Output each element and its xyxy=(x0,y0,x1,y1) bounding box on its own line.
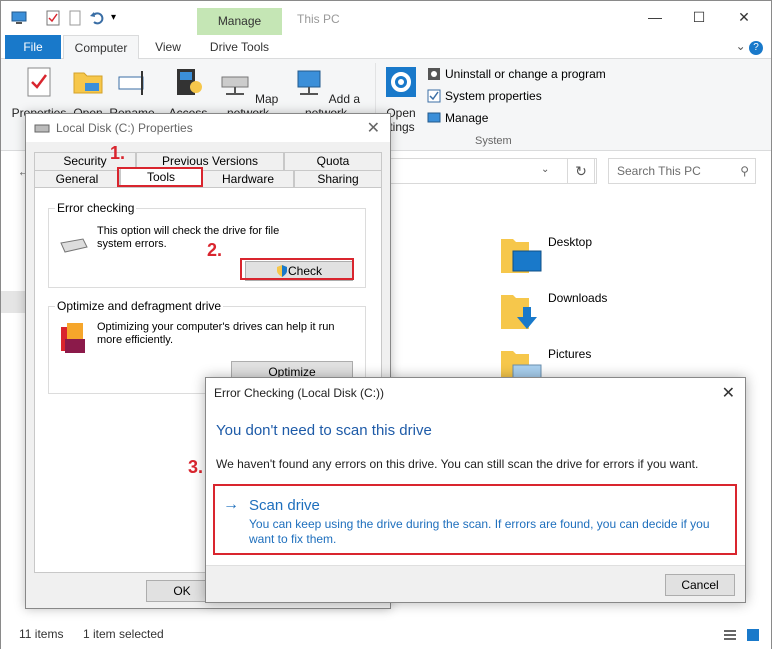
properties-title-bar: Local Disk (C:) Properties ✕ xyxy=(26,114,390,142)
item-count: 11 items xyxy=(19,627,64,641)
tab-hardware[interactable]: Hardware xyxy=(202,170,294,188)
system-group-label: System xyxy=(475,135,512,147)
tab-view[interactable]: View xyxy=(141,35,195,59)
scan-drive-title: Scan drive xyxy=(249,497,320,514)
gear-icon xyxy=(386,67,416,97)
manage-context-tab[interactable]: Manage xyxy=(197,8,282,35)
manage-icon xyxy=(427,112,441,123)
folder-name: Downloads xyxy=(548,291,608,305)
minimize-button[interactable]: — xyxy=(643,7,667,27)
tab-general[interactable]: General xyxy=(34,170,120,188)
address-dropdown-chevron-icon[interactable]: ⌄ xyxy=(541,164,549,175)
tab-computer[interactable]: Computer xyxy=(63,35,139,60)
new-document-icon[interactable] xyxy=(67,10,83,26)
step-1-annotation: 1. xyxy=(110,143,126,163)
large-icons-view-icon[interactable] xyxy=(746,628,760,642)
address-field[interactable] xyxy=(389,158,597,184)
step-2-annotation: 2. xyxy=(207,240,223,260)
tab-tools[interactable]: Tools xyxy=(120,168,202,188)
manage-label: Manage xyxy=(445,111,489,125)
optimize-label: Optimize and defragment drive xyxy=(55,299,224,313)
downloads-folder-icon xyxy=(501,295,537,329)
system-properties-label: System properties xyxy=(445,89,542,103)
error-dialog-heading: You don't need to scan this drive xyxy=(216,422,432,439)
drive-icon xyxy=(60,238,88,253)
properties-ribbon-button[interactable]: Properties xyxy=(9,65,69,120)
system-properties-item[interactable]: System properties xyxy=(427,87,542,105)
open-ribbon-button[interactable]: Open xyxy=(71,65,105,120)
scan-drive-description: You can keep using the drive during the … xyxy=(249,517,719,547)
refresh-button[interactable]: ↻ xyxy=(567,158,595,184)
folder-icon xyxy=(73,72,103,94)
tab-quota[interactable]: Quota xyxy=(284,152,382,170)
error-dialog-footer: Cancel xyxy=(206,565,745,602)
search-placeholder: Search This PC xyxy=(617,164,701,178)
desktop-folder-icon xyxy=(501,239,542,273)
error-checking-line2: system errors. xyxy=(97,238,167,250)
tab-drive-tools[interactable]: Drive Tools xyxy=(197,35,282,59)
error-dialog-body: We haven't found any errors on this driv… xyxy=(216,457,699,471)
maximize-button[interactable]: ☐ xyxy=(687,7,711,27)
optimize-line1: Optimizing your computer's drives can he… xyxy=(97,321,335,333)
search-icon: ⚲ xyxy=(740,164,749,178)
error-checking-line1: This option will check the drive for fil… xyxy=(97,225,280,237)
uninstall-icon xyxy=(428,68,440,80)
help-icon[interactable]: ? xyxy=(749,41,763,55)
customize-toolbar-chevron-icon[interactable]: ▾ xyxy=(111,12,127,28)
error-checking-text: This option will check the drive for fil… xyxy=(97,225,279,251)
folder-name: Desktop xyxy=(548,235,593,249)
check-button[interactable]: Check xyxy=(245,261,353,281)
manage-item[interactable]: Manage xyxy=(427,109,488,127)
error-checking-dialog: Error Checking (Local Disk (C:)) ✕ You d… xyxy=(205,377,746,603)
undo-icon[interactable] xyxy=(89,10,105,26)
optimize-text: Optimizing your computer's drives can he… xyxy=(97,321,334,347)
network-location-icon xyxy=(297,70,321,95)
computer-icon xyxy=(11,11,27,24)
error-checking-label: Error checking xyxy=(55,201,137,215)
optimize-line2: more efficiently. xyxy=(97,334,174,346)
rename-icon xyxy=(118,71,144,95)
check-label: Check xyxy=(287,264,322,278)
title-bar: ▾ Manage This PC — ☐ ✕ xyxy=(1,1,771,35)
defrag-icon xyxy=(61,323,85,353)
help-controls[interactable]: ⌄ ? xyxy=(736,39,763,55)
properties-check-icon[interactable] xyxy=(45,10,61,26)
close-icon[interactable]: ✕ xyxy=(367,118,380,138)
close-icon[interactable]: ✕ xyxy=(722,383,735,403)
step-3-annotation: 3. xyxy=(188,457,204,477)
close-button[interactable]: ✕ xyxy=(732,7,756,27)
scan-desc-line1: You can keep using the drive during the … xyxy=(249,517,710,531)
search-input[interactable]: Search This PC ⚲ xyxy=(608,158,756,184)
scan-desc-line2: want to fix them. xyxy=(249,532,337,546)
cancel-button[interactable]: Cancel xyxy=(665,574,735,596)
chevron-down-icon[interactable]: ⌄ xyxy=(736,39,746,53)
access-media-button[interactable]: Access xyxy=(167,65,209,120)
map-network-drive-button[interactable]: Map network xyxy=(211,65,285,120)
tab-file[interactable]: File xyxy=(5,35,61,59)
add-network-location-button[interactable]: Add a network xyxy=(287,65,365,120)
error-dialog-title: Error Checking (Local Disk (C:)) xyxy=(214,386,385,400)
system-properties-icon xyxy=(427,89,441,103)
network-drive-icon xyxy=(221,76,249,95)
uninstall-program-item[interactable]: Uninstall or change a program xyxy=(427,65,606,83)
properties-title: Local Disk (C:) Properties xyxy=(56,121,193,135)
shield-icon xyxy=(276,265,287,277)
properties-icon xyxy=(27,67,51,97)
uninstall-label: Uninstall or change a program xyxy=(445,67,606,81)
tab-sharing[interactable]: Sharing xyxy=(294,170,382,188)
nav-pane-selected-item[interactable] xyxy=(1,291,25,313)
selection-count: 1 item selected xyxy=(83,627,164,641)
window-title: This PC xyxy=(297,12,340,26)
media-icon xyxy=(177,69,202,95)
folder-name: Pictures xyxy=(548,347,592,361)
drive-icon xyxy=(34,124,50,133)
status-bar: 11 items 1 item selected xyxy=(1,623,771,649)
arrow-right-icon: → xyxy=(223,496,239,513)
details-view-icon[interactable] xyxy=(723,628,737,642)
ribbon-tabs: File Computer View Drive Tools ⌄ ? xyxy=(1,35,771,60)
rename-ribbon-button[interactable]: Rename xyxy=(109,65,155,120)
